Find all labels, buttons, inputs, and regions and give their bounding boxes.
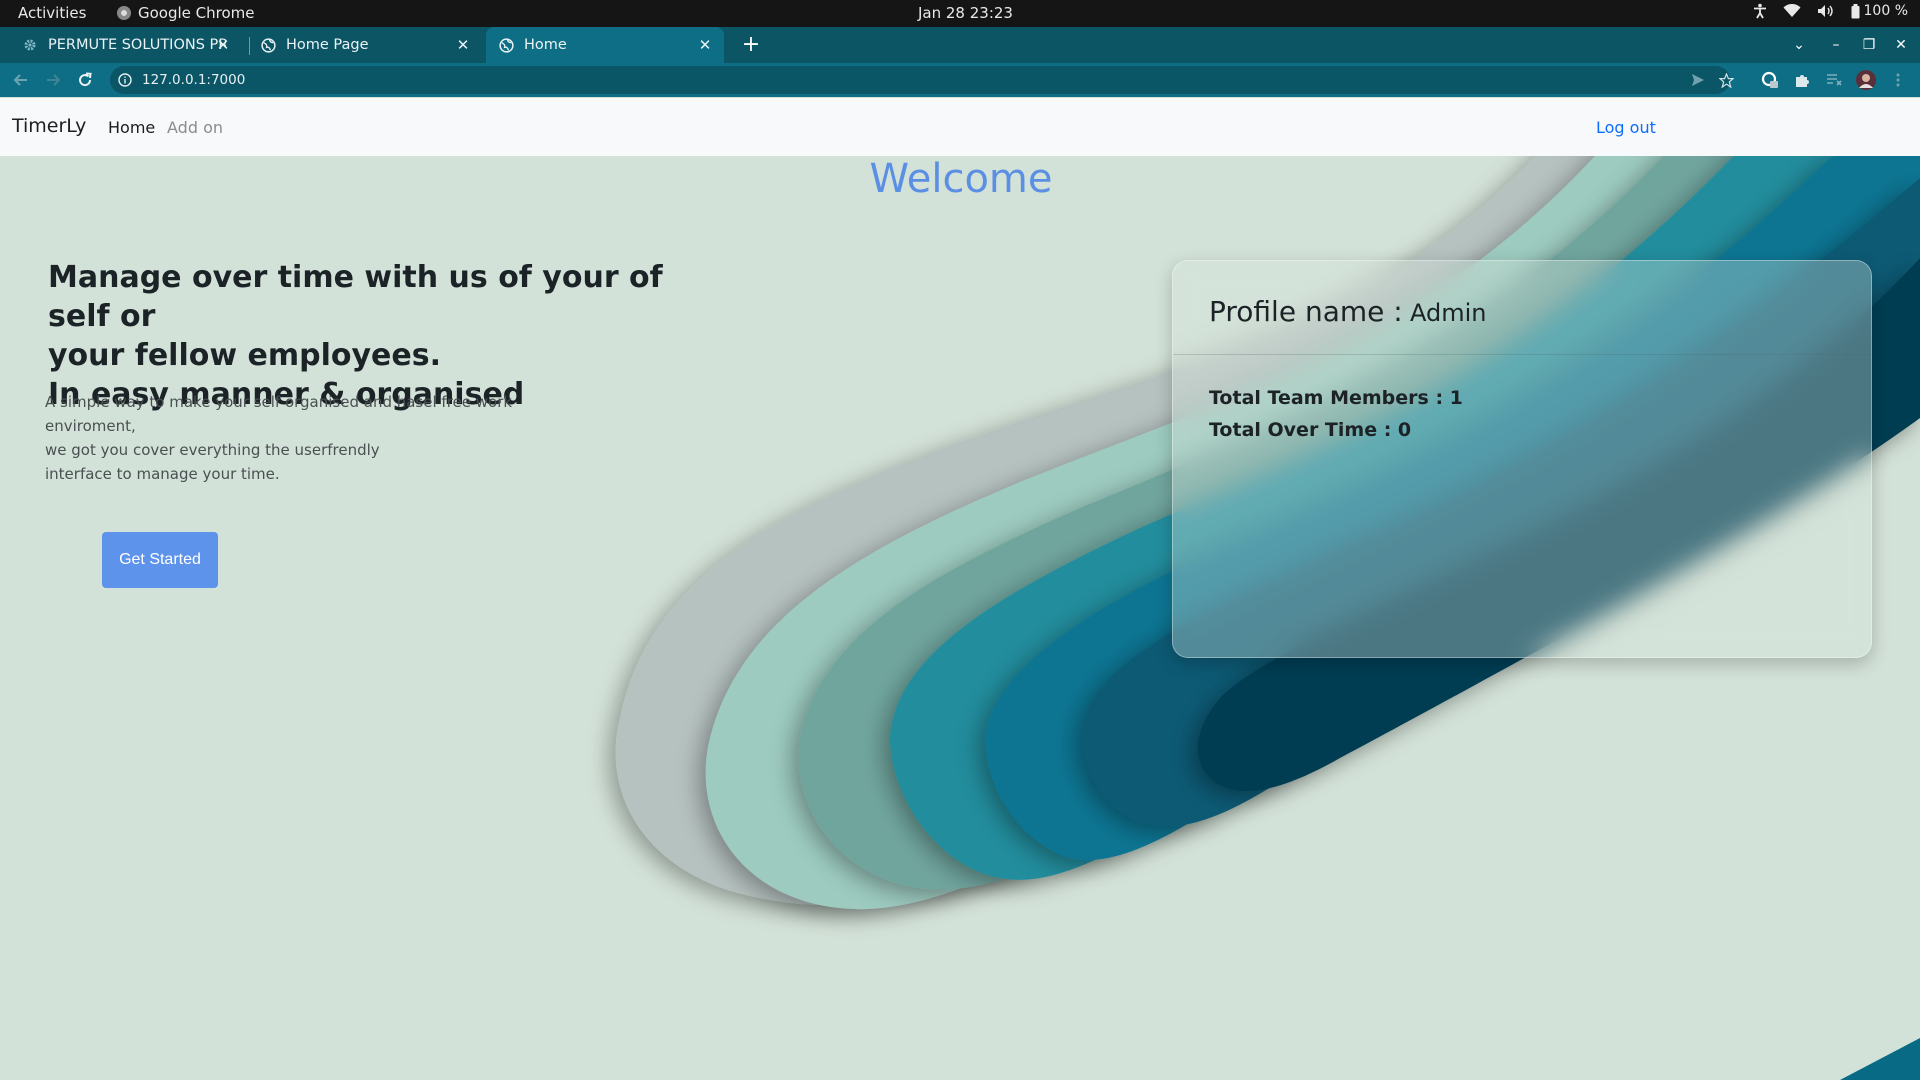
tab-title: Home — [524, 37, 567, 53]
profile-card: Profile name : Admin Total Team Members … — [1172, 260, 1872, 658]
accessibility-icon — [1753, 3, 1767, 19]
subtext-line: interface to manage your time. — [45, 465, 280, 483]
battery-icon — [1851, 3, 1860, 18]
new-tab-button[interactable]: + — [738, 32, 764, 58]
nav-link-add-on[interactable]: Add on — [167, 118, 223, 137]
address-bar[interactable]: 127.0.0.1:7000 — [110, 66, 1734, 94]
tab-home-page[interactable]: Home Page ✕ — [250, 27, 482, 63]
total-over-time: Total Over Time : 0 — [1209, 419, 1412, 441]
chrome-icon — [117, 6, 131, 20]
reading-list-icon[interactable] — [1824, 70, 1844, 90]
close-tab-icon[interactable]: ✕ — [214, 36, 232, 54]
extension-clockify-icon[interactable] — [1760, 70, 1780, 90]
site-navbar: TimerLy Home Add on Log out — [0, 98, 1920, 156]
total-team-members: Total Team Members : 1 — [1209, 387, 1463, 409]
profile-avatar-icon[interactable] — [1856, 70, 1876, 90]
subtext-line: we got you cover everything the userfren… — [45, 441, 380, 459]
restore-button[interactable]: ❐ — [1856, 32, 1882, 58]
gear-icon — [22, 37, 38, 53]
web-page: TimerLy Home Add on Log out Welcome Mana… — [0, 98, 1920, 1080]
globe-icon — [498, 37, 514, 53]
battery-indicator: 100 % — [1851, 3, 1908, 19]
puzzle-extensions-icon[interactable] — [1792, 70, 1812, 90]
profile-card-header: Profile name : Admin — [1173, 261, 1871, 355]
tab-permute-solutions[interactable]: PERMUTE SOLUTIONS PRI ✕ — [10, 27, 242, 63]
tab-strip: PERMUTE SOLUTIONS PRI ✕ Home Page ✕ Home… — [0, 27, 1920, 63]
subtext-line: A simple way to make your self organised… — [45, 393, 513, 435]
hero-subtext: A simple way to make your self organised… — [45, 390, 605, 486]
url-text: 127.0.0.1:7000 — [142, 72, 246, 88]
reload-icon[interactable] — [74, 69, 96, 91]
clock[interactable]: Jan 28 23:23 — [918, 4, 1013, 22]
tab-title: Home Page — [286, 37, 369, 53]
minimize-button[interactable]: – — [1823, 32, 1849, 58]
get-started-button[interactable]: Get Started — [102, 532, 218, 588]
headline-line: Manage over time with us of your of self… — [48, 260, 663, 334]
tab-title: PERMUTE SOLUTIONS PRI — [48, 37, 226, 53]
battery-percent: 100 % — [1863, 3, 1908, 19]
forward-arrow-icon[interactable] — [42, 69, 64, 91]
app-menu[interactable]: Google Chrome — [117, 4, 255, 22]
tab-home[interactable]: Home ✕ — [486, 27, 724, 63]
bookmark-star-icon[interactable] — [1716, 70, 1736, 90]
profile-name-label: Profile name : — [1209, 295, 1403, 328]
send-icon[interactable] — [1688, 70, 1708, 90]
welcome-text: Welcome — [869, 156, 1053, 202]
tab-search-chevron-icon[interactable]: ⌄ — [1786, 32, 1812, 58]
chrome-menu-icon[interactable] — [1888, 70, 1908, 90]
app-name: Google Chrome — [138, 4, 255, 22]
site-info-icon[interactable] — [118, 72, 132, 91]
back-arrow-icon[interactable] — [10, 69, 32, 91]
activities-button[interactable]: Activities — [18, 4, 86, 22]
profile-name-value: Admin — [1410, 299, 1487, 327]
system-tray[interactable]: 100 % — [1753, 3, 1908, 19]
headline-line: your fellow employees. — [48, 338, 441, 373]
nav-link-home[interactable]: Home — [108, 118, 155, 137]
brand-logo[interactable]: TimerLy — [12, 115, 86, 137]
close-tab-icon[interactable]: ✕ — [454, 36, 472, 54]
wifi-icon — [1783, 4, 1801, 18]
system-top-bar: Activities Google Chrome Jan 28 23:23 10… — [0, 0, 1920, 27]
volume-icon — [1817, 4, 1835, 18]
close-window-button[interactable]: ✕ — [1888, 32, 1914, 58]
close-tab-icon[interactable]: ✕ — [696, 36, 714, 54]
browser-toolbar: 127.0.0.1:7000 — [0, 63, 1920, 97]
logout-link[interactable]: Log out — [1596, 118, 1656, 137]
welcome-heading: Welcome — [0, 156, 1920, 202]
globe-icon — [260, 37, 276, 53]
